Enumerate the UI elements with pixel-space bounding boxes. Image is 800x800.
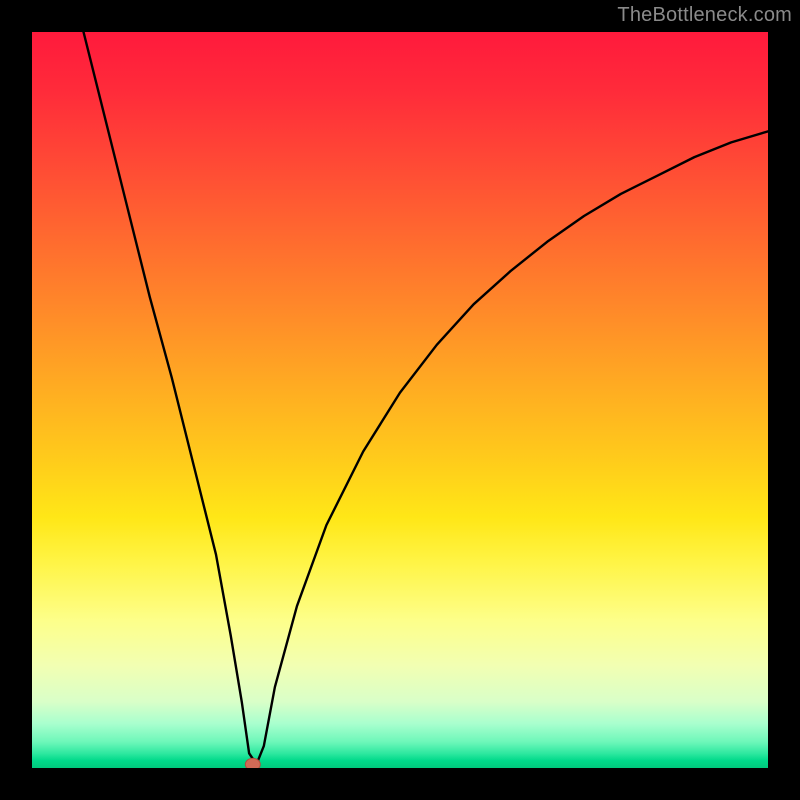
minimum-marker [245,758,260,768]
chart-frame: TheBottleneck.com [0,0,800,800]
curve-layer [32,32,768,768]
plot-area [32,32,768,768]
watermark-label: TheBottleneck.com [617,4,792,27]
bottleneck-curve [84,32,768,764]
